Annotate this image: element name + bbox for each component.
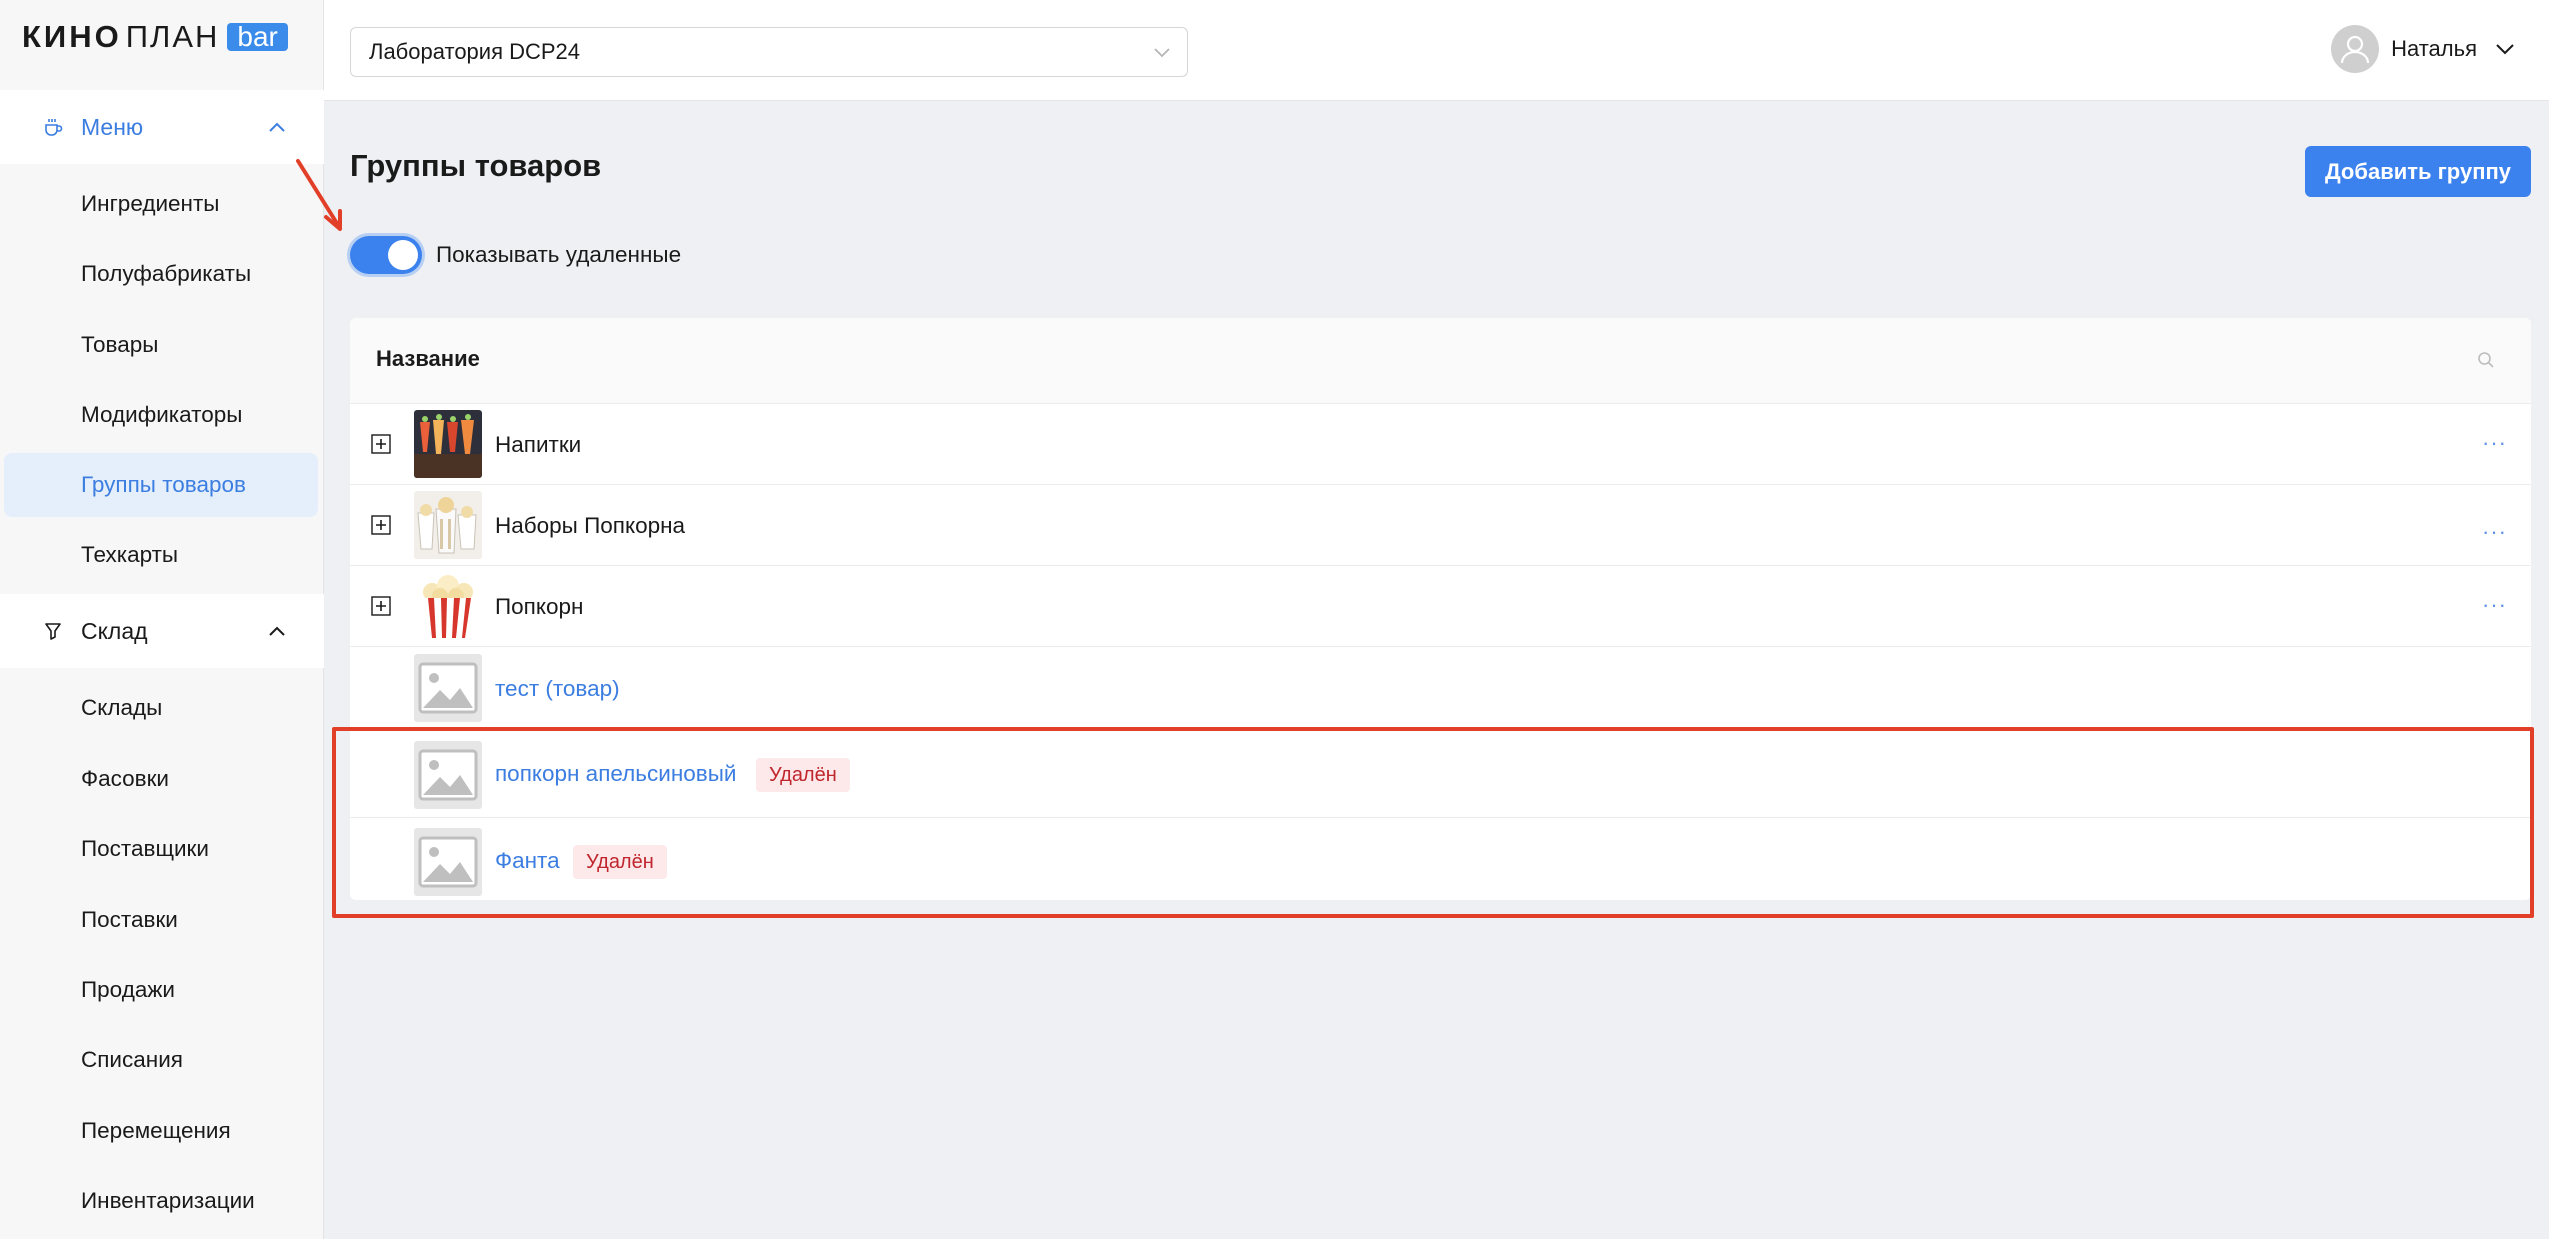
sidebar-item-packaging[interactable]: Фасовки [4,747,318,811]
user-menu[interactable]: Наталья [2331,25,2515,73]
top-bar: Лаборатория DCP24 Наталья [324,0,2549,101]
sidebar-item-label: Техкарты [81,542,179,567]
sidebar-item-label: Поставки [81,907,178,932]
popcorn-sets-thumbnail [414,491,482,559]
row-actions-button[interactable]: ··· [2482,519,2507,545]
sidebar-item-semi-finished[interactable]: Полуфабрикаты [4,242,318,306]
row-name-link[interactable]: тест (товар) [495,676,620,702]
sidebar-item-products[interactable]: Товары [4,313,318,377]
chevron-down-icon [1154,48,1170,58]
sidebar-item-inventory[interactable]: Инвентаризации [4,1169,318,1233]
user-name: Наталья [2391,36,2477,61]
table-row[interactable]: тест (товар) [350,647,2531,731]
search-icon[interactable] [2477,351,2495,369]
sidebar-item-label: Модификаторы [81,402,243,427]
sidebar-item-label: Фасовки [81,766,170,791]
logo[interactable]: КИНО ПЛАН bar [22,19,288,54]
sidebar: КИНО ПЛАН bar Меню Ингредиенты Полуфабрика… [0,0,324,1239]
cup-icon [45,119,63,136]
table-row[interactable]: Напитки ··· [350,404,2531,485]
annotation-arrow-icon [296,159,342,231]
sidebar-item-label: Ингредиенты [81,191,220,216]
expand-icon[interactable] [371,515,391,535]
funnel-glass-icon [45,623,61,640]
drinks-thumbnail [414,410,482,478]
sidebar-section-label: Меню [81,113,144,140]
sidebar-item-product-groups[interactable]: Группы товаров [4,453,318,517]
chevron-down-icon [2496,44,2514,55]
expand-icon[interactable] [371,596,391,616]
sidebar-item-ingredients[interactable]: Ингредиенты [4,172,318,236]
sidebar-item-suppliers[interactable]: Поставщики [4,817,318,881]
show-deleted-label: Показывать удаленные [436,242,682,267]
avatar[interactable] [2331,25,2380,73]
expand-icon[interactable] [371,434,391,454]
sidebar-section-warehouse[interactable]: Склад [0,594,324,668]
sidebar-item-sales[interactable]: Продажи [4,958,318,1022]
cinema-select-value: Лаборатория DCP24 [369,39,581,64]
page-title: Группы товаров [350,148,602,183]
sidebar-item-label: Перемещения [81,1118,231,1143]
sidebar-item-label: Склады [81,695,163,720]
table-row[interactable]: Наборы Попкорна ··· [350,485,2531,566]
logo-text-kino: КИНО [22,19,122,54]
sidebar-item-label: Списания [81,1047,183,1072]
logo-badge: bar [227,23,288,51]
sidebar-item-label: Товары [81,332,159,357]
sidebar-section-menu[interactable]: Меню [0,90,324,164]
table-row[interactable]: Попкорн ··· [350,566,2531,647]
table-header: Название [350,318,2531,404]
user-icon [2332,26,2379,72]
sidebar-item-write-offs[interactable]: Списания [4,1028,318,1092]
column-header-name: Название [376,346,480,371]
logo-text-plan: ПЛАН [125,19,220,54]
sidebar-item-label: Продажи [81,977,175,1002]
row-name: Попкорн [495,594,584,619]
sidebar-item-modifiers[interactable]: Модификаторы [4,383,318,447]
row-name: Напитки [495,432,582,457]
sidebar-item-tech-cards[interactable]: Техкарты [4,523,318,587]
row-actions-button[interactable]: ··· [2482,430,2507,456]
sidebar-item-label: Полуфабрикаты [81,261,252,286]
add-group-button[interactable]: Добавить группу [2305,146,2531,197]
cinema-select[interactable]: Лаборатория DCP24 [350,27,1188,77]
annotation-highlight-box [332,727,2534,918]
row-actions-button[interactable]: ··· [2482,592,2507,618]
sidebar-section-label: Склад [81,617,148,644]
chevron-up-icon[interactable] [268,121,286,133]
image-placeholder-icon [414,654,482,722]
toggle-knob [388,240,418,270]
show-deleted-toggle[interactable] [350,236,422,274]
sidebar-item-transfers[interactable]: Перемещения [4,1099,318,1163]
sidebar-item-label: Инвентаризации [81,1188,255,1213]
popcorn-thumbnail [414,572,482,640]
sidebar-item-deliveries[interactable]: Поставки [4,888,318,952]
sidebar-item-label: Группы товаров [81,472,246,497]
sidebar-item-warehouses[interactable]: Склады [4,676,318,740]
row-name: Наборы Попкорна [495,513,686,538]
sidebar-item-label: Поставщики [81,836,209,861]
chevron-up-icon[interactable] [268,625,286,637]
